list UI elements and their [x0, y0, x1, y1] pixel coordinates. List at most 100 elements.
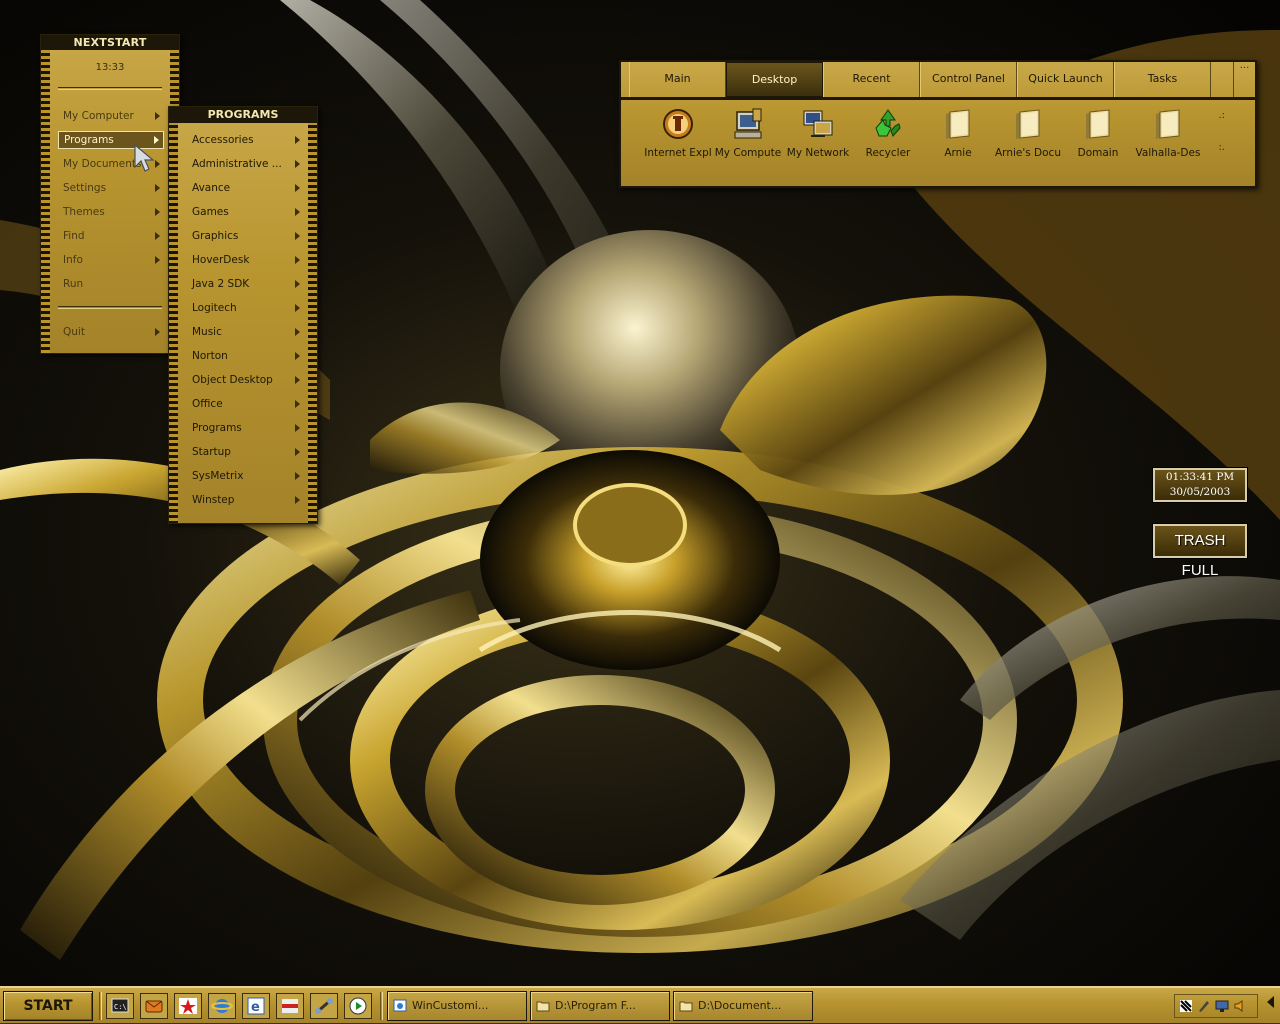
- menu-stripe-right: [308, 107, 317, 523]
- program-folder-logitech[interactable]: Logitech: [186, 299, 304, 317]
- programs-title: PROGRAMS: [169, 107, 317, 123]
- tab-tasks[interactable]: Tasks: [1114, 62, 1211, 97]
- folder-icon: [536, 1001, 550, 1012]
- submenu-arrow-icon: [295, 352, 300, 360]
- tab-quick-launch[interactable]: Quick Launch: [1017, 62, 1114, 97]
- program-folder-label: Accessories: [192, 134, 254, 146]
- tab-control-panel[interactable]: Control Panel: [920, 62, 1017, 97]
- menu-item-run[interactable]: Run: [58, 275, 164, 293]
- start-button[interactable]: START: [3, 991, 93, 1021]
- program-folder-games[interactable]: Games: [186, 203, 304, 221]
- nextstart-time: 13:33: [95, 62, 125, 73]
- nextstart-title[interactable]: NEXTSTART: [41, 35, 179, 50]
- quick-launch-star-app[interactable]: [174, 993, 202, 1019]
- scroll-up-grip-icon[interactable]: .:: [1218, 111, 1225, 121]
- taskbar-separator: [380, 992, 383, 1020]
- scroll-down-grip-icon[interactable]: :.: [1218, 143, 1225, 153]
- menu-item-label: Find: [63, 230, 85, 242]
- desktop-icon-label: Domain: [1077, 147, 1119, 159]
- quick-launch-command-prompt[interactable]: C:\: [106, 993, 134, 1019]
- program-folder-administrative[interactable]: Administrative ...: [186, 155, 304, 173]
- volume-tray-icon[interactable]: [1233, 999, 1247, 1013]
- menu-item-themes[interactable]: Themes: [58, 203, 164, 221]
- submenu-arrow-icon: [295, 232, 300, 240]
- menu-item-my-computer[interactable]: My Computer: [58, 107, 164, 125]
- program-folder-object-desktop[interactable]: Object Desktop: [186, 371, 304, 389]
- quick-launch-flag-app[interactable]: [276, 993, 304, 1019]
- desktop-icon-domain[interactable]: Domain: [1063, 106, 1133, 159]
- menu-item-label: My Computer: [63, 110, 134, 122]
- program-folder-accessories[interactable]: Accessories: [186, 131, 304, 149]
- folder-icon: [1016, 109, 1040, 139]
- tab-main[interactable]: Main: [629, 62, 726, 97]
- tab-desktop[interactable]: Desktop: [726, 62, 823, 97]
- task-label: D:\Program F...: [555, 999, 636, 1012]
- menu-item-find[interactable]: Find: [58, 227, 164, 245]
- menu-item-label: Programs: [64, 134, 114, 146]
- desktop-icons-row: Internet Expl My Compute My Network Recy…: [643, 106, 1203, 159]
- folder-icon: [1156, 109, 1180, 139]
- desktop-icon-my-computer[interactable]: My Compute: [713, 106, 783, 159]
- folder-icon: [1086, 109, 1110, 139]
- program-folder-startup[interactable]: Startup: [186, 443, 304, 461]
- tab-recent[interactable]: Recent: [823, 62, 920, 97]
- zebra-tray-icon[interactable]: [1179, 999, 1193, 1013]
- taskbar-task-wincustomize[interactable]: WinCustomi...: [387, 991, 527, 1021]
- mail-icon: [145, 1000, 163, 1013]
- menu-item-quit[interactable]: Quit: [58, 323, 164, 341]
- quick-launch-media-player[interactable]: [344, 993, 372, 1019]
- program-folder-label: Office: [192, 398, 223, 410]
- quick-launch-internet-explorer[interactable]: [208, 993, 236, 1019]
- network-tool-icon: [315, 998, 333, 1014]
- desktop-icon-internet-explorer[interactable]: Internet Expl: [643, 106, 713, 159]
- program-folder-graphics[interactable]: Graphics: [186, 227, 304, 245]
- desktop-icon-arnies-documents[interactable]: Arnie's Docu: [993, 106, 1063, 159]
- submenu-arrow-icon: [295, 496, 300, 504]
- taskbar: START C:\ e WinCustomi... D:\Program F..…: [0, 986, 1280, 1024]
- quick-launch-network-tool[interactable]: [310, 993, 338, 1019]
- taskbar-collapse-arrow-icon[interactable]: [1267, 996, 1274, 1008]
- toolbar-options-grip-icon[interactable]: ···: [1233, 62, 1255, 97]
- desktop-icon-label: Arnie's Docu: [995, 147, 1061, 159]
- program-folder-winstep[interactable]: Winstep: [186, 491, 304, 509]
- submenu-arrow-icon: [295, 400, 300, 408]
- trash-status-button[interactable]: TRASH FULL: [1152, 523, 1248, 579]
- program-folder-avance[interactable]: Avance: [186, 179, 304, 197]
- menu-stripe-left: [41, 35, 50, 353]
- program-folder-norton[interactable]: Norton: [186, 347, 304, 365]
- desktop-icon-arnie[interactable]: Arnie: [923, 106, 993, 159]
- system-tray: [1174, 994, 1258, 1018]
- program-folder-sysmetrix[interactable]: SysMetrix: [186, 467, 304, 485]
- menu-item-settings[interactable]: Settings: [58, 179, 164, 197]
- program-folder-label: SysMetrix: [192, 470, 244, 482]
- pen-tray-icon[interactable]: [1197, 999, 1211, 1013]
- ie-page-icon: [393, 999, 407, 1012]
- quick-launch-ie-alt[interactable]: e: [242, 993, 270, 1019]
- program-folder-label: Java 2 SDK: [192, 278, 250, 290]
- folder-icon: [946, 109, 970, 139]
- submenu-arrow-icon: [295, 376, 300, 384]
- program-folder-office[interactable]: Office: [186, 395, 304, 413]
- recycle-bin-icon: [875, 109, 901, 137]
- submenu-arrow-icon: [295, 136, 300, 144]
- program-folder-label: Administrative ...: [192, 158, 282, 170]
- taskbar-task-documents[interactable]: D:\Document...: [673, 991, 813, 1021]
- menu-item-label: My Documents: [63, 158, 142, 170]
- media-player-icon: [349, 997, 367, 1015]
- quick-launch-mail[interactable]: [140, 993, 168, 1019]
- program-folder-java-sdk[interactable]: Java 2 SDK: [186, 275, 304, 293]
- desktop-icon-recycler[interactable]: Recycler: [853, 106, 923, 159]
- taskbar-task-program-files[interactable]: D:\Program F...: [530, 991, 670, 1021]
- desktop-icon-valhalla-desktop[interactable]: Valhalla-Des: [1133, 106, 1203, 159]
- program-folder-music[interactable]: Music: [186, 323, 304, 341]
- desktop-icon-my-network[interactable]: My Network: [783, 106, 853, 159]
- menu-item-info[interactable]: Info: [58, 251, 164, 269]
- my-network-icon: [803, 110, 833, 137]
- program-folder-hoverdesk[interactable]: HoverDesk: [186, 251, 304, 269]
- monitor-tray-icon[interactable]: [1215, 999, 1229, 1013]
- submenu-arrow-icon: [295, 208, 300, 216]
- desktop-toolbar: Main Desktop Recent Control Panel Quick …: [619, 60, 1257, 188]
- program-folder-programs[interactable]: Programs: [186, 419, 304, 437]
- submenu-arrow-icon: [155, 256, 160, 264]
- program-folder-label: Winstep: [192, 494, 235, 506]
